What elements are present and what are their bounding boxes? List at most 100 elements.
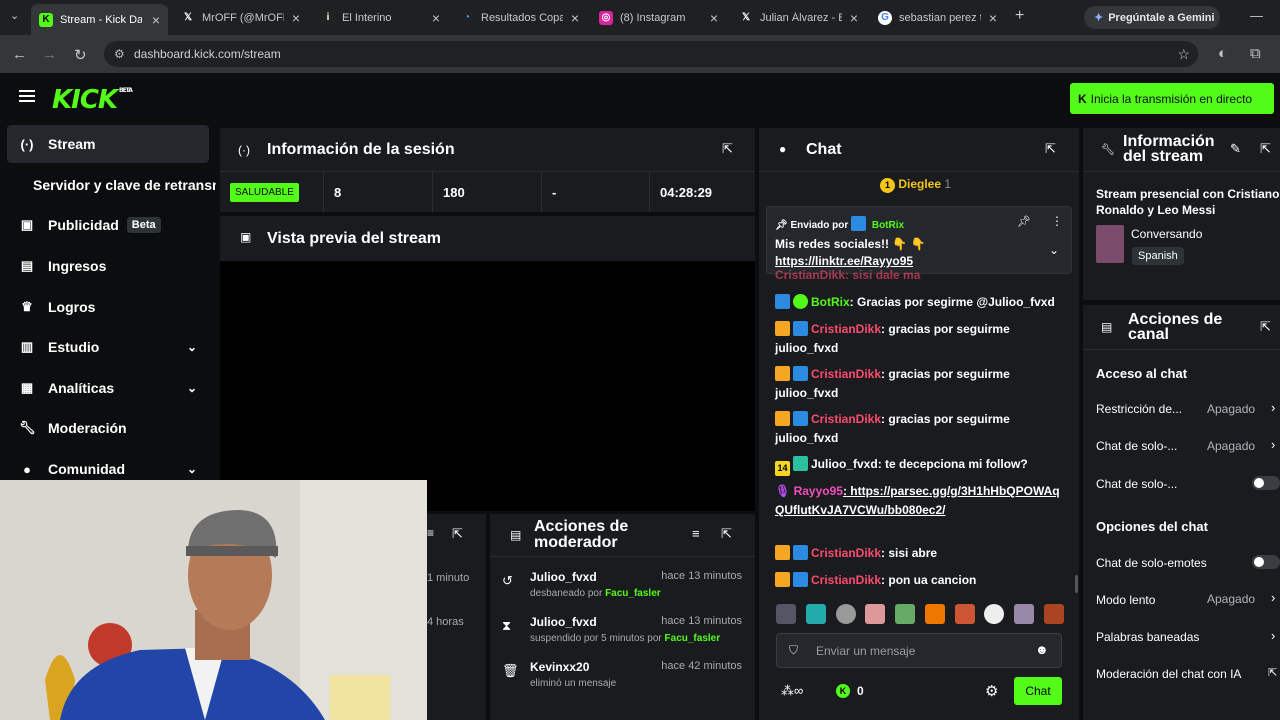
mod-desc: suspendido por 5 minutos por Facu_fasler <box>530 633 720 644</box>
url-field[interactable]: ⚙ dashboard.kick.com/stream ☆ <box>104 41 1198 67</box>
tab-kick-stream[interactable]: K Stream - Kick Das × <box>31 4 168 35</box>
tab-title: (8) Instagram <box>620 11 686 24</box>
close-icon[interactable]: × <box>292 10 300 26</box>
tab-julian[interactable]: 𝕏 Julian Álvarez - B × <box>731 4 866 31</box>
chat-text: : pon ua cancion <box>881 573 977 587</box>
category-thumbnail[interactable] <box>1096 225 1124 263</box>
filter-icon[interactable]: ≡ <box>427 526 434 540</box>
reload-icon[interactable]: ↻ <box>74 46 87 64</box>
sidebar-item-label: Publicidad <box>48 217 119 233</box>
setting-value: Apagado <box>1207 592 1256 606</box>
popout-icon[interactable]: ⇱ <box>452 526 463 542</box>
chevron-down-icon: ⌄ <box>186 381 197 395</box>
go-live-button[interactable]: K Inicia la transmisión en directo <box>1070 83 1274 114</box>
emote-icon[interactable] <box>954 604 975 624</box>
popout-icon[interactable]: ⇱ <box>722 141 733 157</box>
kick-logo[interactable]: KICK BETA <box>52 85 133 115</box>
emote-icon[interactable] <box>1014 604 1035 624</box>
setting-value: Apagado <box>1207 402 1256 416</box>
sidebar-item-label: Ingresos <box>48 258 107 274</box>
chat-user[interactable]: BotRix <box>811 295 850 309</box>
wrench-icon: 🔧︎ <box>19 420 36 435</box>
extension-icon[interactable]: ◐ <box>1218 45 1227 62</box>
stream-preview[interactable] <box>220 261 755 511</box>
address-bar-row: ← → ↻ ⚙ dashboard.kick.com/stream ☆ ◐ ⧉ <box>0 35 1280 73</box>
emote-icon[interactable] <box>805 604 826 624</box>
bookmark-star-icon[interactable]: ☆ <box>1177 41 1190 67</box>
chat-user[interactable]: CristianDikk <box>811 546 881 560</box>
toggle-switch[interactable] <box>1252 476 1280 490</box>
filter-icon[interactable]: ≡ <box>692 526 700 541</box>
chat-user[interactable]: Julioo_fvxd <box>811 457 878 471</box>
emote-icon[interactable] <box>895 604 916 624</box>
edit-pencil-icon[interactable]: ✎ <box>1230 141 1241 157</box>
emote-icon[interactable] <box>835 604 856 624</box>
toggle-switch[interactable] <box>1252 555 1280 569</box>
chat-scrollbar[interactable] <box>1075 575 1078 593</box>
pinned-message[interactable]: 📌︎ Enviado por BotRix 📌︎ ⋮ Mis redes soc… <box>766 206 1072 274</box>
gemini-button[interactable]: ✦ Pregúntale a Gemini <box>1084 6 1220 29</box>
sidebar-item-studio[interactable]: ▥ Estudio ⌄ <box>7 328 209 366</box>
site-settings-icon[interactable]: ⚙ <box>114 41 125 67</box>
tab-instagram[interactable]: ◎ (8) Instagram × <box>591 4 726 31</box>
tab-el-interino[interactable]: i El Interino × <box>313 4 448 31</box>
more-icon[interactable]: ⋮ <box>1051 214 1063 228</box>
sidebar-item-analytics[interactable]: ▦ Analíticas ⌄ <box>7 369 209 407</box>
sidebar-item-income[interactable]: ▤ Ingresos <box>7 247 209 285</box>
chat-user[interactable]: CristianDikk <box>811 367 881 381</box>
divider <box>1083 349 1280 350</box>
chat-bubble-icon: ● <box>779 142 787 156</box>
menu-icon[interactable] <box>19 90 35 102</box>
popout-icon[interactable]: ⇱ <box>1260 141 1271 157</box>
close-icon[interactable]: × <box>152 12 160 28</box>
chevron-down-icon[interactable]: ⌄ <box>1049 243 1059 257</box>
badge-icon <box>793 411 808 426</box>
points-value: 0 <box>857 684 864 698</box>
pin-icon: 📌︎ <box>775 220 788 231</box>
emoji-icon[interactable]: ☻ <box>1035 642 1049 657</box>
settings-gear-icon[interactable]: ⚙ <box>985 682 998 700</box>
chat-user[interactable]: CristianDikk <box>811 412 881 426</box>
setting-label: Moderación del chat con IA <box>1096 667 1242 681</box>
popout-icon[interactable]: ⇱ <box>721 526 732 542</box>
back-icon[interactable]: ← <box>12 46 27 63</box>
sidebar-item-moderation[interactable]: 🔧︎ Moderación <box>7 409 209 447</box>
close-icon[interactable]: × <box>989 10 997 26</box>
stream-title: Stream presencial con Cristiano Ronaldo … <box>1096 187 1280 217</box>
top-gifter[interactable]: 1 Dieglee 1 <box>880 177 951 193</box>
close-icon[interactable]: × <box>432 10 440 26</box>
close-icon[interactable]: × <box>571 10 579 26</box>
chat-user[interactable]: CristianDikk <box>811 573 881 587</box>
new-tab-button[interactable]: + <box>1015 7 1024 25</box>
emote-icon[interactable] <box>776 604 796 624</box>
sidebar-item-achievements[interactable]: ♛ Logros <box>7 288 209 326</box>
chat-input[interactable]: ⛉ Enviar un mensaje ☻ <box>776 633 1062 668</box>
emote-icon[interactable] <box>1043 604 1064 624</box>
close-icon[interactable]: × <box>850 10 858 26</box>
extensions-puzzle-icon[interactable]: ⧉ <box>1250 45 1261 62</box>
emote-icon[interactable] <box>984 604 1005 624</box>
category-name[interactable]: Conversando <box>1131 227 1202 241</box>
emote-icon[interactable] <box>865 604 886 624</box>
sidebar-item-server-key[interactable]: Servidor y clave de retransmisión <box>7 166 216 204</box>
emote-icon[interactable] <box>924 604 945 624</box>
send-chat-button[interactable]: Chat <box>1014 677 1062 705</box>
tab-resultados[interactable]: ◔ Resultados Copa × <box>452 4 587 31</box>
badge-icon <box>793 321 808 336</box>
chat-user[interactable]: Rayyo95 <box>794 484 843 498</box>
popout-icon[interactable]: ⇱ <box>1045 141 1056 157</box>
beta-badge: Beta <box>126 217 161 233</box>
forward-icon[interactable]: → <box>42 46 57 63</box>
minimize-button[interactable]: — <box>1250 8 1263 23</box>
tab-search-button[interactable]: ⌄ <box>10 9 19 22</box>
activity-time: 1 minuto <box>427 572 470 584</box>
pin-icon[interactable]: 📌︎ <box>1017 215 1031 228</box>
viewers-icon[interactable]: ⁂∞ <box>781 683 803 699</box>
tab-mroff[interactable]: 𝕏 MrOFF (@MrOFF × <box>173 4 308 31</box>
tab-google[interactable]: G sebastian perez t × <box>870 4 1005 31</box>
sidebar-item-stream[interactable]: (·) Stream <box>7 125 209 163</box>
close-icon[interactable]: × <box>710 10 718 26</box>
sidebar-item-ads[interactable]: ▣ Publicidad Beta <box>7 206 209 244</box>
chat-user[interactable]: CristianDikk <box>811 322 881 336</box>
popout-icon[interactable]: ⇱ <box>1260 319 1271 335</box>
